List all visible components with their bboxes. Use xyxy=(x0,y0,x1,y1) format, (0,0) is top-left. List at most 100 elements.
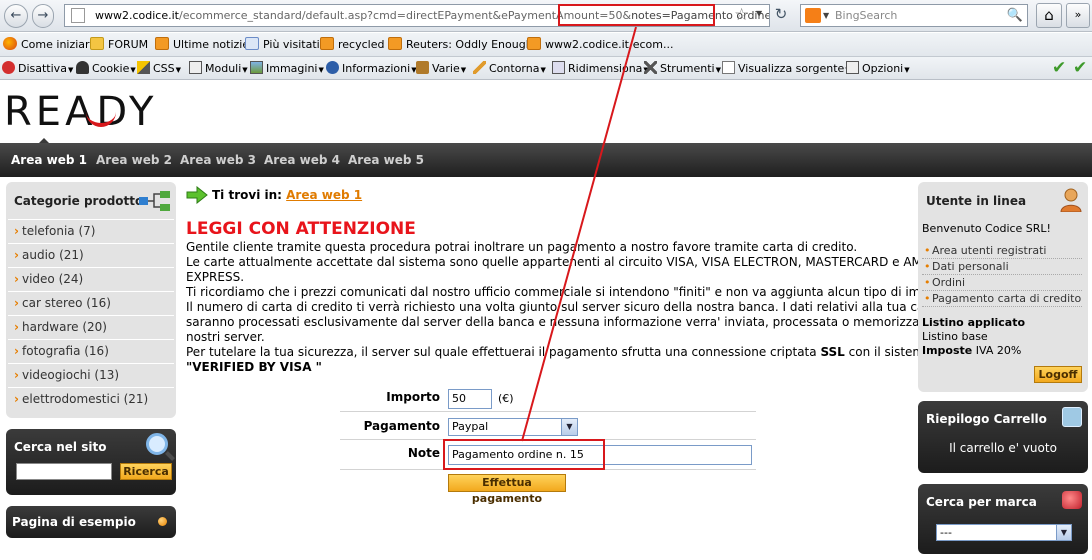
info-line: Gentile cliente tramite questa procedura… xyxy=(186,240,858,254)
user-link-ordini[interactable]: Ordini xyxy=(922,275,1082,291)
devbar-strumenti[interactable]: Strumenti▼ xyxy=(644,61,721,75)
bookmark-recycled[interactable]: recycled xyxy=(320,37,384,51)
form-divider xyxy=(340,411,756,412)
category-telefonia[interactable]: telefonia (7) xyxy=(8,219,174,243)
user-link-area-utenti[interactable]: Area utenti registrati xyxy=(922,243,1082,259)
browser-navbar: ← → www2.codice.it/ecommerce_standard/de… xyxy=(0,0,1092,32)
brand-search-panel: Cerca per marca --- ▼ xyxy=(918,484,1088,554)
logoff-button[interactable]: Logoff xyxy=(1034,366,1082,383)
devbar-label: Immagini xyxy=(266,62,318,75)
brand-selected-value: --- xyxy=(940,526,952,539)
info-line: Il numero di carta di credito ti verrà r… xyxy=(186,300,1002,314)
site-search-button[interactable]: Ricerca xyxy=(120,463,172,480)
nav-area-web-5[interactable]: Area web 5 xyxy=(348,153,424,167)
bookmark-piu-visitati[interactable]: Più visitati xyxy=(245,37,320,51)
devbar-label: Opzioni xyxy=(862,62,904,75)
category-fotografia[interactable]: fotografia (16) xyxy=(8,339,174,363)
importo-label: Importo xyxy=(386,390,440,404)
search-engine-dropdown-icon[interactable]: ▼ xyxy=(823,5,829,26)
search-input[interactable]: ▼ BingSearch 🔍 xyxy=(800,4,1028,27)
cookie-icon xyxy=(76,61,89,74)
site-logo[interactable]: READY xyxy=(4,89,157,135)
devbar-contorna[interactable]: Contorna▼ xyxy=(473,61,546,75)
security-text: Per tutelare la tua sicurezza, il server… xyxy=(186,345,821,359)
category-videogiochi[interactable]: videogiochi (13) xyxy=(8,363,174,387)
bookmark-ultime-notizie[interactable]: Ultime notizie xyxy=(155,37,249,51)
bookmark-forum[interactable]: FORUM xyxy=(90,37,148,51)
bookmarks-bar: Come iniziare FORUM Ultime notizie Più v… xyxy=(0,33,1092,57)
back-button[interactable]: ← xyxy=(4,4,28,28)
devbar-visualizza-sorgente[interactable]: Visualizza sorgente▼ xyxy=(722,61,851,75)
devbar-css[interactable]: CSS▼ xyxy=(137,61,181,75)
url-dropdown-icon[interactable]: ▼ xyxy=(756,9,762,18)
validation-check-icon[interactable]: ✔ xyxy=(1052,58,1066,78)
reload-icon[interactable]: ↻ xyxy=(770,5,792,27)
note-label: Note xyxy=(407,446,440,460)
validation-check-icon[interactable]: ✔ xyxy=(1073,58,1087,78)
outline-icon xyxy=(473,61,486,74)
forward-button[interactable]: → xyxy=(32,4,54,28)
devbar-label: Moduli xyxy=(205,62,242,75)
back-arrow-icon: ← xyxy=(10,8,22,23)
home-button[interactable]: ⌂ xyxy=(1036,3,1062,28)
search-icon[interactable]: 🔍 xyxy=(1007,5,1023,26)
dropdown-icon: ▼ xyxy=(540,66,546,74)
site-search-input[interactable] xyxy=(16,463,112,480)
devbar-opzioni[interactable]: Opzioni▼ xyxy=(846,61,910,75)
devbar-immagini[interactable]: Immagini▼ xyxy=(250,61,324,75)
importo-input[interactable]: 50 xyxy=(448,389,492,409)
devbar-moduli[interactable]: Moduli▼ xyxy=(189,61,248,75)
more-tools-button[interactable]: » xyxy=(1066,3,1090,28)
cart-panel: Riepilogo Carrello Il carrello e' vuoto xyxy=(918,401,1088,473)
page-title: LEGGI CON ATTENZIONE xyxy=(186,219,416,239)
category-audio[interactable]: audio (21) xyxy=(8,243,174,267)
bing-icon xyxy=(805,8,821,23)
devbar-disattiva[interactable]: Disattiva▼ xyxy=(2,61,73,75)
bookmark-label: Più visitati xyxy=(263,38,320,51)
devbar-label: CSS xyxy=(153,62,175,75)
submit-payment-button[interactable]: Effettua pagamento xyxy=(448,474,566,505)
devbar-cookie[interactable]: Cookie▼ xyxy=(76,61,136,75)
category-elettrodomestici[interactable]: elettrodomestici (21) xyxy=(8,387,174,411)
options-icon xyxy=(846,61,859,74)
rss-icon xyxy=(527,37,541,50)
user-link-pagamento-carta[interactable]: Pagamento carta di credito xyxy=(922,291,1082,307)
forward-arrow-icon: → xyxy=(37,8,49,23)
bookmark-come-iniziare[interactable]: Come iniziare xyxy=(3,37,96,51)
devbar-ridimensiona[interactable]: Ridimensiona▼ xyxy=(552,61,649,75)
nav-area-web-3[interactable]: Area web 3 xyxy=(180,153,256,167)
note-highlight-box xyxy=(443,439,605,470)
user-avatar-icon xyxy=(1060,188,1082,212)
bookmark-codice[interactable]: www2.codice.it/ecom... xyxy=(527,37,673,51)
css-icon xyxy=(137,61,150,74)
devbar-label: Varie xyxy=(432,62,460,75)
example-page-panel[interactable]: Pagina di esempio xyxy=(6,506,176,538)
security-line: Per tutelare la tua sicurezza, il server… xyxy=(186,345,931,360)
user-link-dati-personali[interactable]: Dati personali xyxy=(922,259,1082,275)
nav-area-web-2[interactable]: Area web 2 xyxy=(96,153,172,167)
nav-area-web-4[interactable]: Area web 4 xyxy=(264,153,340,167)
nav-area-web-1[interactable]: Area web 1 xyxy=(11,153,87,167)
pagamento-label: Pagamento xyxy=(363,419,440,433)
info-icon xyxy=(326,61,339,74)
breadcrumb-link[interactable]: Area web 1 xyxy=(286,188,362,202)
bullet-dot-icon xyxy=(158,517,167,526)
cart-icon xyxy=(1062,407,1082,427)
devbar-informazioni[interactable]: Informazioni▼ xyxy=(326,61,417,75)
welcome-text: Benvenuto Codice SRL! xyxy=(922,222,1051,235)
pagamento-select[interactable]: Paypal ▼ xyxy=(448,418,578,436)
site-search-title: Cerca nel sito xyxy=(14,440,107,454)
bookmark-reuters[interactable]: Reuters: Oddly Enough xyxy=(388,37,533,51)
bookmark-star-icon[interactable]: ☆ xyxy=(734,5,749,25)
category-video[interactable]: video (24) xyxy=(8,267,174,291)
category-hardware[interactable]: hardware (20) xyxy=(8,315,174,339)
devbar-label: Ridimensiona xyxy=(568,62,643,75)
rss-icon xyxy=(388,37,402,50)
double-chevron-icon: » xyxy=(1074,8,1082,21)
search-placeholder: BingSearch xyxy=(835,9,898,22)
devbar-label: Disattiva xyxy=(18,62,67,75)
category-car-stereo[interactable]: car stereo (16) xyxy=(8,291,174,315)
page-icon xyxy=(71,8,85,23)
devbar-varie[interactable]: Varie▼ xyxy=(416,61,466,75)
brand-select[interactable]: --- ▼ xyxy=(936,524,1072,541)
